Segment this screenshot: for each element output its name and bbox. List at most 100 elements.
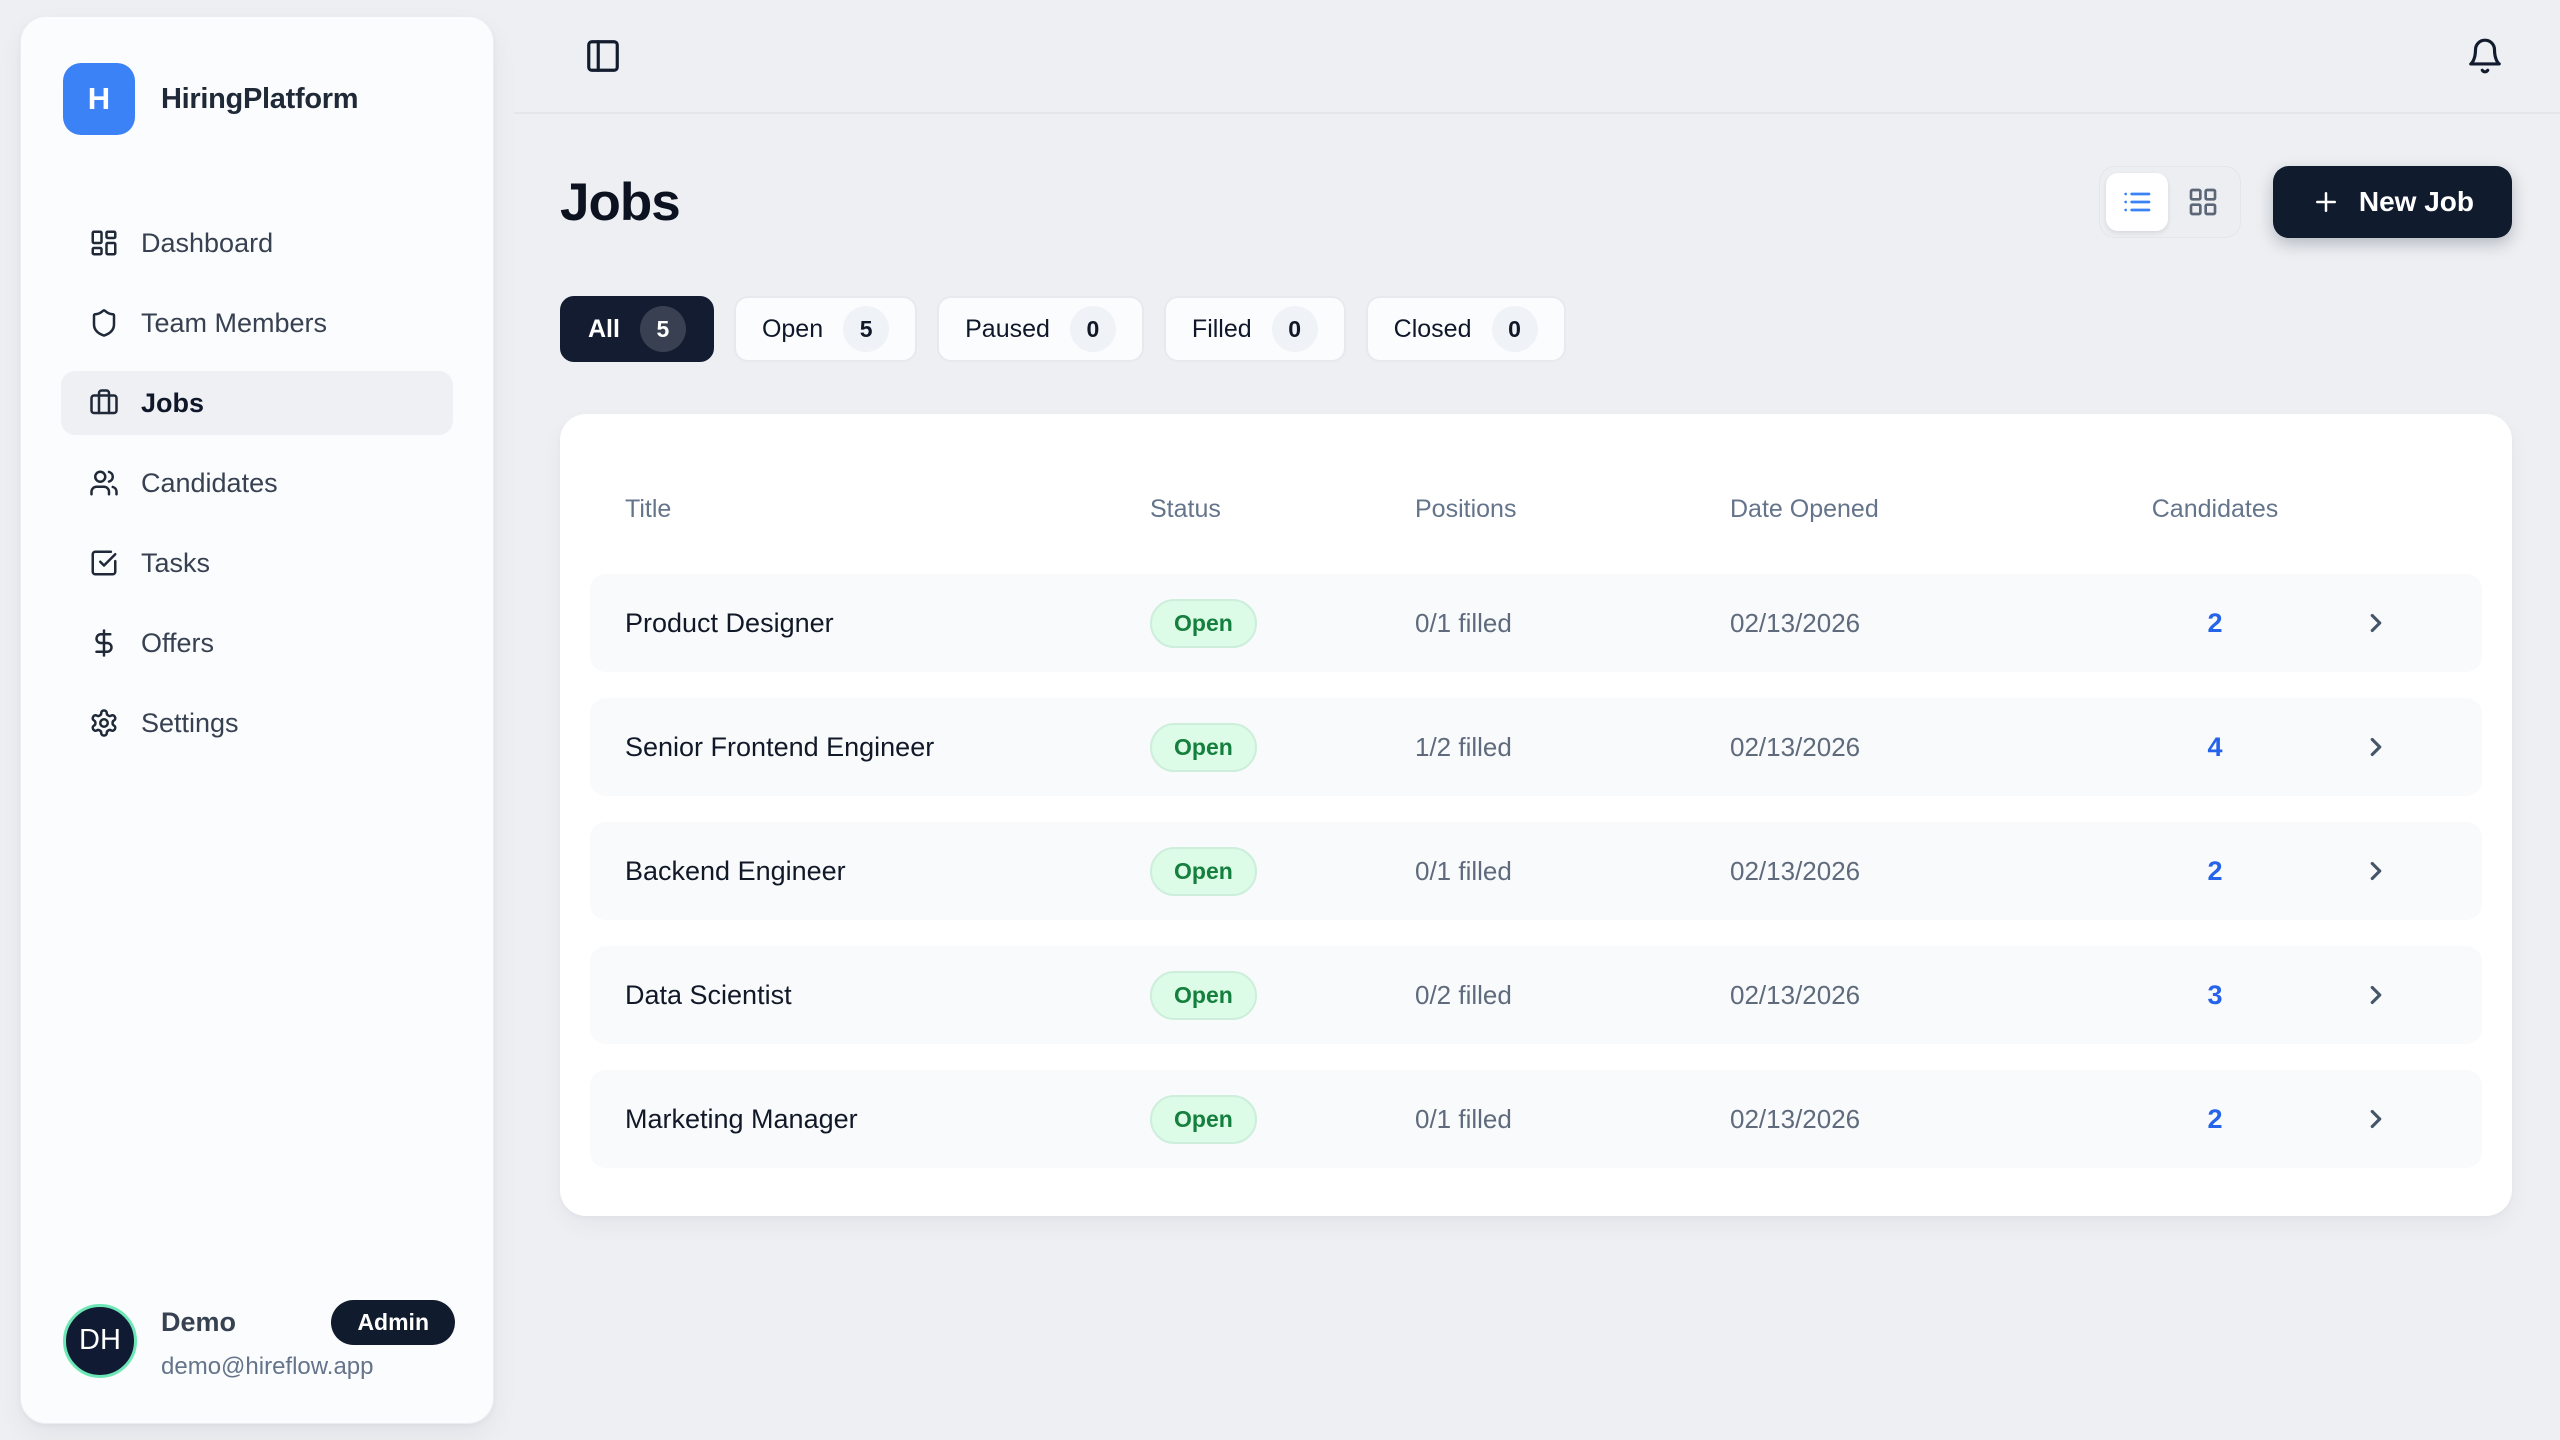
candidates-count[interactable]: 4 [2125,732,2305,763]
topbar [514,0,2560,114]
new-job-button[interactable]: New Job [2273,166,2512,238]
user-info: Demo Admin demo@hireflow.app [161,1300,455,1381]
chevron-right-icon[interactable] [2305,608,2447,638]
sidebar-item-label: Tasks [141,548,210,579]
chevron-right-icon[interactable] [2305,1104,2447,1134]
sidebar-item-label: Candidates [141,468,278,499]
main-area: Jobs [514,0,2560,1440]
table-header: Title Status Positions Date Opened Candi… [590,444,2482,574]
filter-tab-filled[interactable]: Filled 0 [1164,296,1346,362]
sidebar-item-settings[interactable]: Settings [61,691,453,755]
sidebar-item-label: Dashboard [141,228,273,259]
filter-tabs: All 5 Open 5 Paused 0 Filled 0 Closed 0 [560,296,2512,362]
sidebar-item-tasks[interactable]: Tasks [61,531,453,595]
sidebar-toggle-button[interactable] [584,37,622,75]
bell-icon [2466,37,2504,75]
grid-icon [2187,186,2219,218]
sidebar-item-dashboard[interactable]: Dashboard [61,211,453,275]
status-badge: Open [1150,723,1257,772]
chevron-right-icon[interactable] [2305,732,2447,762]
positions-cell: 0/1 filled [1415,608,1730,639]
dashboard-icon [89,228,119,258]
sidebar-item-label: Team Members [141,308,327,339]
status-badge: Open [1150,847,1257,896]
filter-tab-paused[interactable]: Paused 0 [937,296,1144,362]
user-email: demo@hireflow.app [161,1353,455,1381]
briefcase-icon [89,388,119,418]
date-opened-cell: 02/13/2026 [1730,608,2125,639]
candidates-count[interactable]: 2 [2125,1104,2305,1135]
table-row[interactable]: Senior Frontend Engineer Open 1/2 filled… [590,698,2482,796]
chevron-right-icon[interactable] [2305,980,2447,1010]
sidebar-nav: Dashboard Team Members Jobs Candidates T… [21,211,493,755]
grid-view-button[interactable] [2172,173,2234,231]
job-title: Senior Frontend Engineer [625,732,1150,763]
sidebar-item-team-members[interactable]: Team Members [61,291,453,355]
job-title: Marketing Manager [625,1104,1150,1135]
sidebar-item-offers[interactable]: Offers [61,611,453,675]
sidebar: H HiringPlatform Dashboard Team Members … [20,16,494,1424]
sidebar-item-label: Jobs [141,388,204,419]
date-opened-cell: 02/13/2026 [1730,980,2125,1011]
column-header-date-opened: Date Opened [1730,495,2125,524]
dollar-icon [89,628,119,658]
filter-count-badge: 0 [1272,306,1318,352]
filter-count-badge: 0 [1070,306,1116,352]
gear-icon [89,708,119,738]
view-toggle [2099,166,2241,238]
job-title: Backend Engineer [625,856,1150,887]
notifications-button[interactable] [2466,37,2504,75]
column-header-status: Status [1150,495,1415,524]
job-title: Product Designer [625,608,1150,639]
sidebar-item-candidates[interactable]: Candidates [61,451,453,515]
date-opened-cell: 02/13/2026 [1730,856,2125,887]
brand-name: HiringPlatform [161,83,358,116]
table-row[interactable]: Marketing Manager Open 0/1 filled 02/13/… [590,1070,2482,1168]
user-profile[interactable]: DH Demo Admin demo@hireflow.app [63,1300,455,1381]
avatar-initials: DH [79,1324,121,1357]
positions-cell: 1/2 filled [1415,732,1730,763]
plus-icon [2311,187,2341,217]
column-header-positions: Positions [1415,495,1730,524]
table-row[interactable]: Backend Engineer Open 0/1 filled 02/13/2… [590,822,2482,920]
filter-count-badge: 5 [843,306,889,352]
date-opened-cell: 02/13/2026 [1730,1104,2125,1135]
status-badge: Open [1150,971,1257,1020]
filter-tab-closed[interactable]: Closed 0 [1366,296,1566,362]
positions-cell: 0/1 filled [1415,856,1730,887]
chevron-right-icon[interactable] [2305,856,2447,886]
list-view-button[interactable] [2106,173,2168,231]
column-header-candidates: Candidates [2125,495,2305,524]
shield-icon [89,308,119,338]
sidebar-item-label: Offers [141,628,214,659]
content: Jobs [514,166,2560,1216]
user-name: Demo [161,1307,236,1338]
brand-logo: H [63,63,135,135]
role-badge: Admin [331,1300,455,1345]
jobs-table: Title Status Positions Date Opened Candi… [560,414,2512,1216]
list-icon [2121,186,2153,218]
positions-cell: 0/1 filled [1415,1104,1730,1135]
page-title: Jobs [560,172,680,233]
date-opened-cell: 02/13/2026 [1730,732,2125,763]
avatar: DH [63,1304,137,1378]
panel-left-icon [584,37,622,75]
column-header-title: Title [625,495,1150,524]
table-row[interactable]: Product Designer Open 0/1 filled 02/13/2… [590,574,2482,672]
candidates-count[interactable]: 2 [2125,608,2305,639]
filter-count-badge: 0 [1492,306,1538,352]
job-title: Data Scientist [625,980,1150,1011]
users-icon [89,468,119,498]
positions-cell: 0/2 filled [1415,980,1730,1011]
candidates-count[interactable]: 2 [2125,856,2305,887]
candidates-count[interactable]: 3 [2125,980,2305,1011]
status-badge: Open [1150,1095,1257,1144]
sidebar-item-jobs[interactable]: Jobs [61,371,453,435]
sidebar-item-label: Settings [141,708,239,739]
table-row[interactable]: Data Scientist Open 0/2 filled 02/13/202… [590,946,2482,1044]
status-badge: Open [1150,599,1257,648]
brand-logo-letter: H [88,81,110,117]
filter-tab-all[interactable]: All 5 [560,296,714,362]
filter-tab-open[interactable]: Open 5 [734,296,917,362]
check-square-icon [89,548,119,578]
